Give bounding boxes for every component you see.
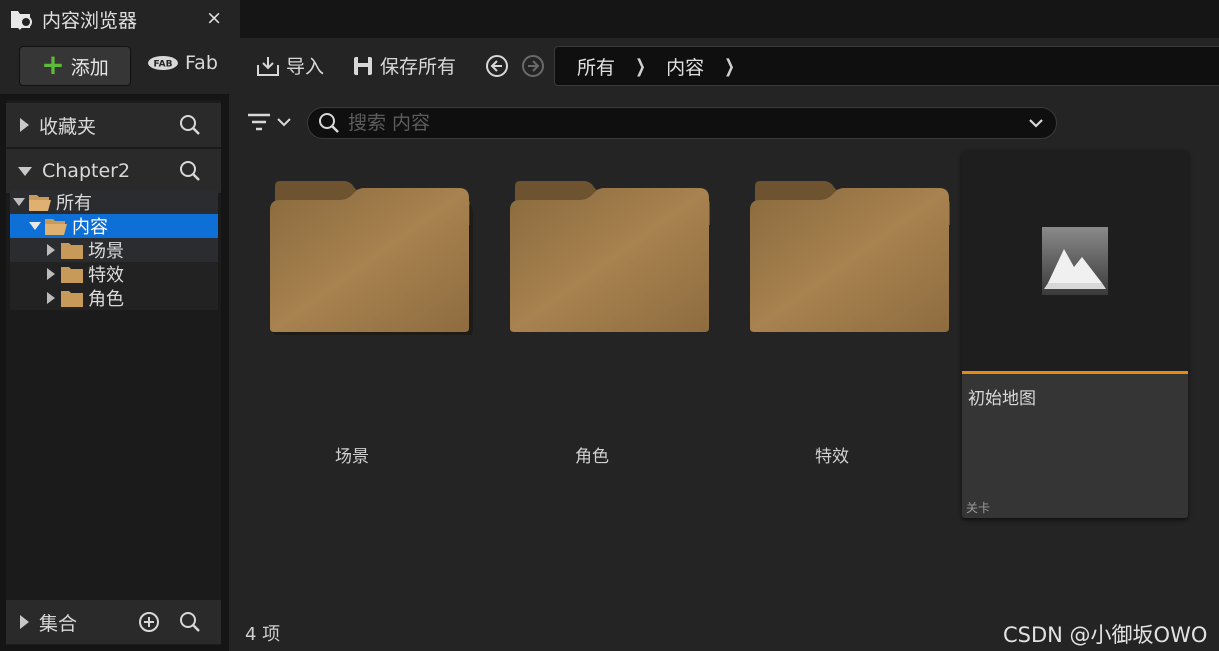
open-folder-icon: [29, 195, 51, 211]
search-icon: [319, 113, 339, 133]
tree-item-label: 场景: [88, 241, 124, 262]
tree-item-label: 角色: [88, 289, 124, 310]
plus-icon: +: [41, 47, 65, 81]
content-browser-icon: [11, 11, 32, 30]
expand-arrow-icon: [44, 244, 58, 256]
project-header[interactable]: Chapter2: [6, 149, 221, 193]
fab-label: Fab: [185, 52, 218, 74]
search-icon[interactable]: [179, 611, 201, 633]
asset-name: 初始地图: [968, 389, 1036, 409]
collections-header[interactable]: 集合: [6, 600, 221, 644]
sources-panel: 收藏夹 Chapter2 所有 内容 场景 特效 角色 集合: [6, 100, 221, 645]
panel-splitter[interactable]: [221, 94, 229, 651]
toolbar: + 添加 FAB Fab 导入 保存所有 所有 ❯ 内容 ❯: [0, 38, 1219, 94]
tree-item-label: 特效: [88, 265, 124, 286]
expand-arrow-icon: [44, 268, 58, 280]
chevron-down-icon[interactable]: [1028, 114, 1044, 132]
asset-thumbnail: [962, 150, 1188, 371]
save-icon: [354, 56, 372, 75]
collections-label: 集合: [39, 612, 78, 635]
expand-arrow-icon: [44, 292, 58, 304]
folder-name: 角色: [575, 447, 609, 467]
tree-item-effects[interactable]: 特效: [10, 262, 218, 286]
favorites-label: 收藏夹: [39, 115, 97, 138]
breadcrumb-item-all[interactable]: 所有: [577, 53, 615, 80]
fab-icon: FAB: [148, 56, 178, 70]
search-box: [307, 107, 1057, 139]
import-icon: [257, 56, 279, 76]
folder-icon: [270, 181, 473, 335]
tab-title: 内容浏览器: [42, 9, 138, 32]
add-collection-icon[interactable]: [138, 611, 160, 633]
folder-icon: [61, 267, 83, 283]
item-count: 4 项: [245, 624, 281, 645]
asset-tile-level[interactable]: 初始地图 关卡: [962, 150, 1188, 518]
watermark: CSDN @小御坂OWO: [1003, 623, 1208, 647]
tab-bar: 内容浏览器 ×: [0, 0, 1219, 38]
back-arrow-icon[interactable]: [485, 54, 509, 78]
save-all-button[interactable]: 保存所有: [352, 52, 456, 79]
level-icon: [1042, 227, 1108, 295]
search-icon[interactable]: [179, 114, 201, 136]
forward-arrow-icon[interactable]: [521, 54, 545, 78]
search-input[interactable]: [348, 112, 998, 134]
svg-text:FAB: FAB: [154, 60, 173, 70]
chevron-right-icon[interactable]: ❯: [724, 56, 735, 77]
folder-icon: [61, 243, 83, 259]
chevron-down-icon: [277, 118, 291, 127]
folder-icon: [750, 181, 950, 332]
tree-item-scene[interactable]: 场景: [10, 238, 218, 262]
asset-type-label: 关卡: [966, 501, 991, 515]
tree-item-content[interactable]: 内容: [10, 214, 218, 238]
collapse-arrow-icon: [18, 166, 32, 176]
folder-icon: [510, 181, 710, 332]
project-label: Chapter2: [42, 160, 131, 182]
search-icon[interactable]: [179, 160, 201, 182]
fab-button[interactable]: FAB Fab: [147, 52, 218, 74]
tree-item-all[interactable]: 所有: [10, 190, 218, 214]
asset-type-bar: [962, 371, 1188, 374]
open-folder-icon: [45, 219, 67, 235]
expand-arrow-icon: [20, 118, 29, 132]
add-button-label: 添加: [70, 56, 109, 79]
breadcrumb: 所有 ❯ 内容 ❯: [554, 46, 1219, 86]
collapse-arrow-icon: [28, 221, 42, 231]
folder-tree: 所有 内容 场景 特效 角色: [10, 190, 218, 310]
expand-arrow-icon: [20, 615, 29, 629]
import-label: 导入: [286, 56, 325, 78]
asset-view: 场景 角色 特效 初始地图 关卡 4 项: [229, 94, 1219, 651]
favorites-header[interactable]: 收藏夹: [6, 103, 221, 147]
folder-name: 特效: [815, 447, 849, 467]
tree-item-label: 所有: [56, 193, 92, 214]
collapse-arrow-icon: [12, 197, 26, 207]
add-button[interactable]: + 添加: [19, 46, 131, 86]
save-all-label: 保存所有: [380, 56, 457, 78]
breadcrumb-item-content[interactable]: 内容: [666, 53, 704, 80]
filter-button[interactable]: [247, 112, 291, 132]
close-icon[interactable]: ×: [206, 7, 222, 29]
filter-icon: [248, 113, 270, 131]
folder-name: 场景: [335, 447, 369, 467]
folder-icon: [61, 291, 83, 307]
chevron-right-icon[interactable]: ❯: [635, 56, 646, 77]
tree-item-characters[interactable]: 角色: [10, 286, 218, 310]
tree-item-label: 内容: [72, 217, 108, 238]
tab-content-browser[interactable]: 内容浏览器 ×: [0, 0, 240, 38]
import-button[interactable]: 导入: [256, 52, 324, 79]
